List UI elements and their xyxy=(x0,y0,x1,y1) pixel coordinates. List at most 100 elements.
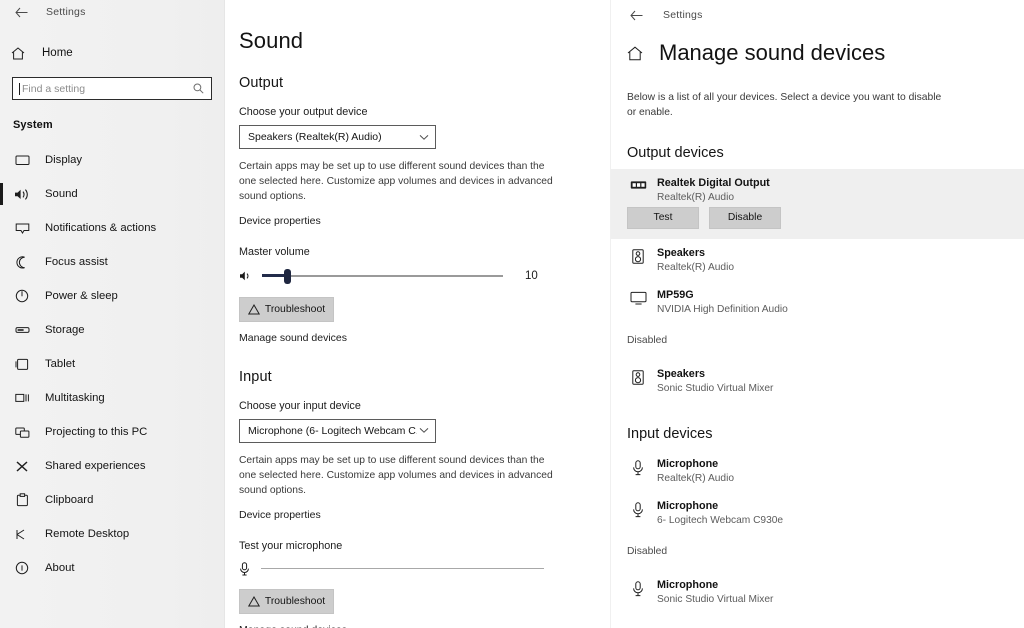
sidebar-item-display[interactable]: Display xyxy=(0,143,224,177)
sidebar-item-remote-desktop[interactable]: Remote Desktop xyxy=(0,517,224,551)
home-icon xyxy=(11,46,31,60)
slider-thumb[interactable] xyxy=(283,268,291,284)
sidebar-item-label: Notifications & actions xyxy=(45,222,157,234)
input-device-select[interactable]: Microphone (6- Logitech Webcam C... xyxy=(239,418,436,443)
device-name: Speakers xyxy=(657,367,706,380)
sound-settings-pane: Sound Output Choose your output device S… xyxy=(225,0,610,628)
multitasking-icon xyxy=(13,389,31,407)
speaker-box-icon xyxy=(627,368,649,385)
disable-button[interactable]: Disable xyxy=(709,206,781,229)
device-sub: Realtek(R) Audio xyxy=(657,472,735,484)
sidebar-item-about[interactable]: About xyxy=(0,551,224,585)
projecting-icon xyxy=(13,423,31,441)
tablet-icon xyxy=(13,355,31,373)
device-text: Microphone Realtek(R) Audio xyxy=(657,458,734,484)
device-name: Microphone xyxy=(657,499,719,512)
monitor-icon xyxy=(627,289,649,305)
device-name: MP59G xyxy=(657,288,694,301)
output-device-select[interactable]: Speakers (Realtek(R) Audio) xyxy=(239,125,436,149)
output-troubleshoot-button[interactable]: Troubleshoot xyxy=(239,296,334,322)
back-arrow-icon[interactable] xyxy=(625,6,647,24)
output-device-properties-link[interactable]: Device properties xyxy=(239,215,321,227)
sidebar-item-tablet[interactable]: Tablet xyxy=(0,347,224,381)
page-title: Manage sound devices xyxy=(659,40,886,65)
sidebar-item-label: Remote Desktop xyxy=(45,528,130,540)
sidebar-item-projecting[interactable]: Projecting to this PC xyxy=(0,415,224,449)
home-label: Home xyxy=(42,47,73,59)
sidebar-item-home[interactable]: Home xyxy=(0,40,224,66)
digital-output-icon xyxy=(627,177,649,191)
device-sub: Realtek(R) Audio xyxy=(657,261,735,273)
output-devices-list: Realtek Digital Output Realtek(R) Audio … xyxy=(611,168,1024,323)
storage-icon xyxy=(13,321,31,339)
device-row-speakers-sonic-studio[interactable]: Speakers Sonic Studio Virtual Mixer xyxy=(611,360,1024,402)
master-volume-slider[interactable] xyxy=(262,268,503,284)
input-device-properties-link[interactable]: Device properties xyxy=(239,509,321,521)
device-row-mp59g[interactable]: MP59G NVIDIA High Definition Audio xyxy=(611,281,1024,323)
nav-group-title: System xyxy=(13,119,53,131)
slider-track xyxy=(262,274,503,277)
search-input[interactable]: Find a setting xyxy=(12,77,212,100)
output-helper-text: Certain apps may be set up to use differ… xyxy=(239,161,553,202)
master-volume-value: 10 xyxy=(525,269,538,282)
manage-page-header: Manage sound devices xyxy=(611,42,1024,64)
sidebar-item-notifications[interactable]: Notifications & actions xyxy=(0,211,224,245)
clipboard-icon xyxy=(13,491,31,509)
sidebar-item-shared-experiences[interactable]: Shared experiences xyxy=(0,449,224,483)
input-device-value: Microphone (6- Logitech Webcam C... xyxy=(248,424,417,437)
device-text: Microphone 6- Logitech Webcam C930e xyxy=(657,500,783,526)
device-row-microphone-logitech[interactable]: Microphone 6- Logitech Webcam C930e xyxy=(611,492,1024,534)
sidebar-item-label: Shared experiences xyxy=(45,460,146,472)
input-section-heading: Input xyxy=(239,368,272,385)
device-row-realtek-digital-output[interactable]: Realtek Digital Output Realtek(R) Audio xyxy=(611,168,1024,207)
sidebar-item-label: Tablet xyxy=(45,358,76,370)
speaker-icon[interactable] xyxy=(239,270,255,282)
sidebar-item-label: Display xyxy=(45,154,83,166)
device-name: Realtek Digital Output xyxy=(657,176,770,189)
microphone-icon xyxy=(627,579,649,597)
moon-icon xyxy=(13,253,31,271)
device-text: Realtek Digital Output Realtek(R) Audio xyxy=(657,177,770,203)
device-sub: Sonic Studio Virtual Mixer xyxy=(657,382,774,394)
sidebar-item-focus-assist[interactable]: Focus assist xyxy=(0,245,224,279)
back-arrow-icon[interactable] xyxy=(10,3,32,21)
sidebar-item-label: Multitasking xyxy=(45,392,105,404)
output-troubleshoot-label: Troubleshoot xyxy=(264,303,326,315)
input-manage-sound-devices-link[interactable]: Manage sound devices xyxy=(239,624,347,628)
search-icon[interactable] xyxy=(193,83,204,94)
shared-experiences-icon xyxy=(13,457,31,475)
sidebar-item-label: Power & sleep xyxy=(45,290,118,302)
device-row-microphone-realtek[interactable]: Microphone Realtek(R) Audio xyxy=(611,450,1024,492)
input-troubleshoot-button[interactable]: Troubleshoot xyxy=(239,588,334,614)
device-row-microphone-sonic-studio[interactable]: Microphone Sonic Studio Virtual Mixer xyxy=(611,571,1024,613)
device-row-speakers-realtek[interactable]: Speakers Realtek(R) Audio xyxy=(611,239,1024,281)
output-manage-sound-devices-link[interactable]: Manage sound devices xyxy=(239,332,347,344)
device-text: Speakers Realtek(R) Audio xyxy=(657,247,734,273)
selection-indicator xyxy=(0,183,3,205)
device-sub: Sonic Studio Virtual Mixer xyxy=(657,593,774,605)
microphone-level-row xyxy=(239,561,544,576)
settings-window: Settings Home Find a setting System Disp… xyxy=(0,0,1024,628)
input-device-label: Choose your input device xyxy=(239,399,361,412)
chevron-down-icon xyxy=(417,427,431,434)
sidebar-item-multitasking[interactable]: Multitasking xyxy=(0,381,224,415)
sidebar-item-storage[interactable]: Storage xyxy=(0,313,224,347)
device-name: Microphone xyxy=(657,578,719,591)
home-icon[interactable] xyxy=(627,46,643,61)
sidebar-item-sound[interactable]: Sound xyxy=(0,177,224,211)
output-disabled-devices-list: Speakers Sonic Studio Virtual Mixer xyxy=(611,360,1024,402)
test-button[interactable]: Test xyxy=(627,206,699,229)
warning-triangle-icon xyxy=(247,303,260,315)
device-actions: Test Disable xyxy=(611,206,1024,239)
device-sub: NVIDIA High Definition Audio xyxy=(657,303,788,315)
device-sub: Realtek(R) Audio xyxy=(657,191,735,203)
input-helper-text: Certain apps may be set up to use differ… xyxy=(239,454,553,496)
sidebar-item-label: Clipboard xyxy=(45,494,94,506)
speaker-icon xyxy=(13,185,31,203)
sidebar-item-clipboard[interactable]: Clipboard xyxy=(0,483,224,517)
input-devices-list: Microphone Realtek(R) Audio Microphone 6… xyxy=(611,450,1024,534)
sidebar-item-power-sleep[interactable]: Power & sleep xyxy=(0,279,224,313)
microphone-icon xyxy=(239,561,253,576)
microphone-icon xyxy=(627,458,649,476)
master-volume-row: 10 xyxy=(239,268,549,284)
